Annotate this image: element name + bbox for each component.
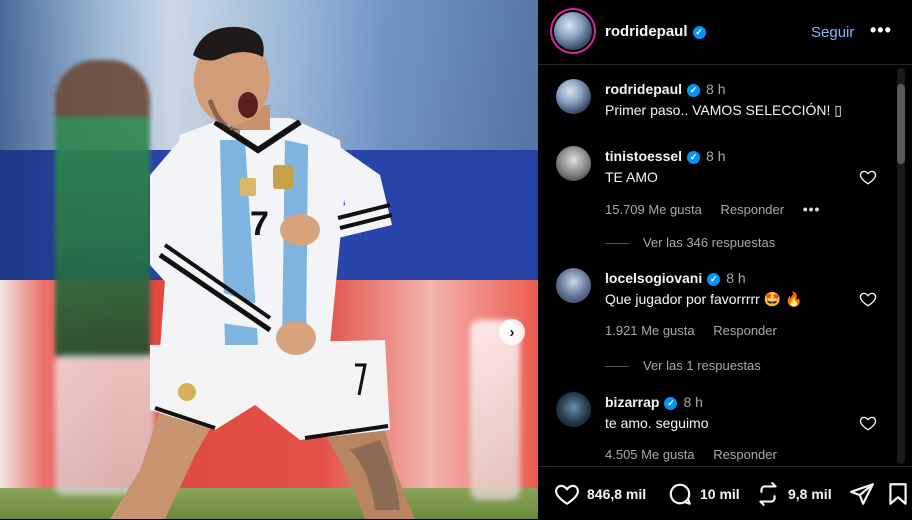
- caption-text: Primer paso.. VAMOS SELECCIÓN! ▯: [605, 102, 842, 118]
- repost-button[interactable]: 9,8 mil: [755, 481, 832, 507]
- share-button[interactable]: [849, 481, 882, 507]
- verified-icon: ✓: [687, 150, 701, 164]
- comment-meta: 1.921 Me gusta Responder: [605, 323, 792, 338]
- comment-text: Que jugador por favorrrrr 🤩 🔥: [605, 291, 803, 307]
- avatar[interactable]: [556, 146, 591, 181]
- avatar[interactable]: [556, 392, 591, 427]
- author-username-row[interactable]: rodridepaul ✓: [605, 23, 706, 40]
- comment-text: te amo. seguimo: [605, 415, 709, 431]
- comments-scrollbar[interactable]: [897, 68, 905, 464]
- post-header: rodridepaul ✓ Seguir •••: [538, 0, 912, 65]
- repost-icon: [759, 482, 777, 506]
- view-replies-button[interactable]: Ver las 1 respuestas: [605, 358, 865, 373]
- svg-text:7: 7: [250, 205, 269, 243]
- reply-button[interactable]: Responder: [713, 447, 777, 462]
- comment-header: bizarrap ✓ 8 h: [605, 394, 703, 410]
- view-replies-button[interactable]: Ver las 346 respuestas: [605, 235, 865, 250]
- like-count[interactable]: 4.505 Me gusta: [605, 447, 695, 462]
- like-count[interactable]: 1.921 Me gusta: [605, 323, 695, 338]
- like-count[interactable]: 15.709 Me gusta: [605, 202, 702, 217]
- comment-text: TE AMO: [605, 169, 658, 185]
- author-avatar[interactable]: [554, 12, 592, 50]
- comment-header: rodridepaul ✓ 8 h: [605, 81, 725, 97]
- avatar[interactable]: [556, 79, 591, 114]
- verified-icon: ✓: [664, 396, 678, 410]
- comment-icon: [669, 483, 691, 505]
- avatar[interactable]: [556, 268, 591, 303]
- heart-icon[interactable]: [859, 290, 877, 308]
- like-count: 846,8 mil: [587, 486, 647, 502]
- share-icon: [850, 483, 874, 505]
- reply-button[interactable]: Responder: [713, 323, 777, 338]
- comment-header: locelsogiovani ✓ 8 h: [605, 270, 746, 286]
- scrollbar-thumb[interactable]: [897, 84, 905, 164]
- bookmark-icon: [889, 483, 907, 505]
- post-photo[interactable]: 7 ›: [0, 0, 538, 519]
- verified-icon: ✓: [692, 25, 706, 39]
- comment-username[interactable]: tinistoessel: [605, 148, 682, 164]
- repost-count: 9,8 mil: [788, 486, 832, 502]
- comment-time[interactable]: 8 h: [683, 394, 702, 410]
- comment-count: 10 mil: [700, 486, 740, 502]
- chevron-right-icon: ›: [509, 323, 515, 341]
- verified-icon: ✓: [687, 83, 701, 97]
- celebrating-player: 7: [110, 26, 415, 519]
- comment-header: tinistoessel ✓ 8 h: [605, 148, 726, 164]
- verified-icon: ✓: [707, 272, 721, 286]
- more-icon[interactable]: •••: [870, 20, 892, 41]
- like-button[interactable]: 846,8 mil: [554, 481, 646, 507]
- more-icon[interactable]: •••: [803, 201, 821, 217]
- comment-time[interactable]: 8 h: [706, 148, 725, 164]
- comment-username[interactable]: rodridepaul: [605, 81, 682, 97]
- action-bar: 846,8 mil 10 mil 9,8 mil: [538, 466, 912, 520]
- reply-button[interactable]: Responder: [720, 202, 784, 217]
- comment-time[interactable]: 8 h: [706, 81, 725, 97]
- author-username[interactable]: rodridepaul: [605, 23, 688, 40]
- comment-meta: 4.505 Me gusta Responder: [605, 447, 792, 462]
- comment-meta: 15.709 Me gusta Responder •••: [605, 201, 835, 217]
- comment-list[interactable]: rodridepaul ✓ 8 h Primer paso.. VAMOS SELE…: [538, 65, 912, 465]
- follow-button[interactable]: Seguir: [811, 24, 854, 41]
- heart-icon[interactable]: [859, 414, 877, 432]
- heart-icon: [555, 484, 579, 506]
- comment-username[interactable]: bizarrap: [605, 394, 659, 410]
- save-button[interactable]: [885, 481, 911, 507]
- comment-time[interactable]: 8 h: [726, 270, 745, 286]
- comment-username[interactable]: locelsogiovani: [605, 270, 702, 286]
- comment-button[interactable]: 10 mil: [667, 481, 740, 507]
- post-details-panel: rodridepaul ✓ Seguir ••• rodridepaul ✓ 8 h …: [538, 0, 912, 519]
- heart-icon[interactable]: [859, 168, 877, 186]
- next-photo-button[interactable]: ›: [499, 319, 525, 345]
